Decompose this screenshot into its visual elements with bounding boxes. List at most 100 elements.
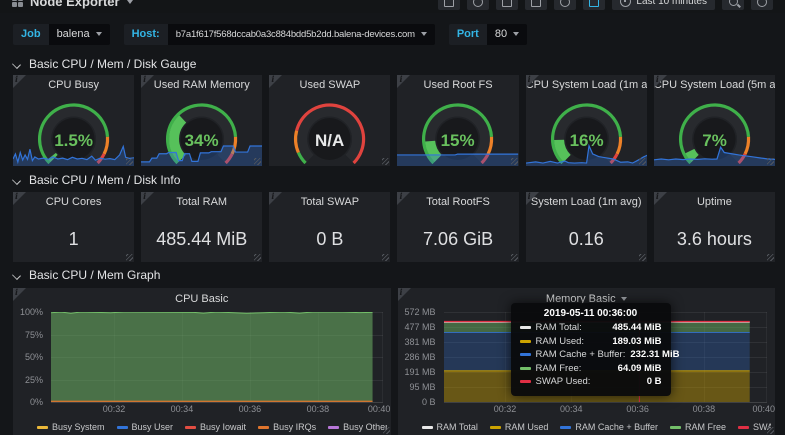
legend-item[interactable]: RAM Free: [670, 422, 726, 432]
stat-panel-title[interactable]: CPU Cores: [13, 196, 134, 208]
x-tick-label: 00:36: [239, 404, 262, 414]
y-tick-label: 0 B: [422, 397, 436, 407]
legend-color-dash: [37, 426, 48, 429]
stat-panel-title[interactable]: Total RootFS: [397, 196, 518, 208]
stat-value: 0.16: [526, 216, 647, 262]
tooltip-series-dash: [520, 380, 531, 383]
panel-info-icon[interactable]: i: [13, 192, 26, 205]
legend-item[interactable]: Busy Iowait: [185, 422, 246, 432]
save-icon[interactable]: [525, 0, 547, 10]
tooltip-row: RAM Total:485.44 MiB: [520, 322, 662, 333]
legend-color-dash: [560, 426, 571, 429]
stat-value: 0 B: [269, 216, 390, 262]
tooltip-series-label: RAM Free:: [536, 363, 613, 374]
chevron-down-icon: [621, 297, 627, 301]
panel-resize-handle[interactable]: [767, 158, 774, 165]
y-tick-label: 286 MB: [404, 352, 435, 362]
panel-info-icon[interactable]: i: [141, 192, 154, 205]
panel-resize-handle[interactable]: [382, 158, 389, 165]
panel-resize-handle[interactable]: [383, 427, 390, 434]
panel-info-icon[interactable]: i: [398, 288, 411, 301]
panel-resize-handle[interactable]: [254, 158, 261, 165]
panel-info-icon[interactable]: i: [526, 75, 539, 88]
panel-resize-handle[interactable]: [382, 254, 389, 261]
stat-panel-title[interactable]: Uptime: [654, 196, 775, 208]
legend-label: Busy IRQs: [273, 422, 316, 432]
section-info-header[interactable]: Basic CPU / Mem / Disk Info: [13, 171, 180, 189]
share-icon[interactable]: [496, 0, 518, 10]
gauge-panel: iUsed SWAPN/A: [269, 75, 390, 166]
stat-panel: iTotal RootFS 7.06 GiB: [397, 192, 518, 262]
dashboard-grid-icon: [12, 0, 23, 7]
panel-resize-handle[interactable]: [126, 254, 133, 261]
star-icon[interactable]: [467, 0, 489, 10]
tooltip-series-label: RAM Cache + Buffer:: [536, 349, 626, 360]
gauge-panel-row: iCPU Busy1.5%iUsed RAM Memory34%iUsed SW…: [13, 75, 775, 166]
chevron-down-icon: [127, 0, 133, 4]
cycle-view-icon[interactable]: [583, 0, 605, 10]
panel-info-icon[interactable]: i: [654, 192, 667, 205]
legend-item[interactable]: RAM Cache + Buffer: [560, 422, 658, 432]
gauge-panel-title[interactable]: Used Root FS: [397, 79, 518, 91]
variable-port-label: Port: [449, 24, 487, 45]
gauge-panel-title[interactable]: CPU System Load (5m avg): [654, 79, 775, 91]
panel-info-icon[interactable]: i: [397, 192, 410, 205]
gauge-sparkline: [141, 142, 262, 166]
legend-item[interactable]: Busy System: [37, 422, 105, 432]
gauge-panel-title[interactable]: Used RAM Memory: [141, 79, 262, 91]
gauge-panel-title[interactable]: CPU System Load (1m avg): [526, 79, 647, 91]
panel-resize-handle[interactable]: [511, 158, 518, 165]
legend-item[interactable]: RAM Used: [490, 422, 549, 432]
tooltip-series-label: RAM Used:: [536, 336, 608, 347]
variable-host-dropdown[interactable]: b7a1f617f568dccab0a3c884bdd5b2dd.balena-…: [168, 24, 435, 45]
section-graph-header[interactable]: Basic CPU / Mem Graph: [13, 266, 160, 284]
graph-panel-row: i CPU Basic 100%75%50%25%0% 00:3200:3400…: [13, 288, 775, 435]
cpu-plot-area[interactable]: [51, 312, 383, 402]
tooltip-series-dash: [520, 367, 531, 370]
zoom-out-icon[interactable]: [722, 0, 744, 10]
panel-resize-handle[interactable]: [639, 254, 646, 261]
gridline-horizontal: [51, 402, 383, 403]
gauge-panel-title[interactable]: CPU Busy: [13, 79, 134, 91]
chevron-down-icon: [13, 176, 21, 184]
panel-resize-handle[interactable]: [767, 254, 774, 261]
panel-info-icon[interactable]: i: [141, 75, 154, 88]
variable-job-dropdown[interactable]: balena: [49, 24, 110, 45]
refresh-icon[interactable]: [751, 0, 773, 10]
legend-item[interactable]: Busy Other: [328, 422, 386, 432]
panel-resize-handle[interactable]: [767, 427, 774, 434]
gauge-panel-title[interactable]: Used SWAP: [269, 79, 390, 91]
dashboard-title[interactable]: Node Exporter: [30, 0, 120, 9]
panel-info-icon[interactable]: i: [13, 75, 26, 88]
variable-port-dropdown[interactable]: 80: [487, 24, 527, 45]
panel-info-icon[interactable]: i: [397, 75, 410, 88]
panel-resize-handle[interactable]: [639, 158, 646, 165]
stat-value: 7.06 GiB: [397, 216, 518, 262]
time-range-picker[interactable]: Last 10 minutes: [612, 0, 715, 10]
stat-panel-title[interactable]: Total RAM: [141, 196, 262, 208]
stat-panel-title[interactable]: Total SWAP: [269, 196, 390, 208]
panel-info-icon[interactable]: i: [269, 192, 282, 205]
legend-item[interactable]: Busy IRQs: [258, 422, 316, 432]
tooltip-series-dash: [520, 326, 531, 329]
panel-info-icon[interactable]: i: [654, 75, 667, 88]
add-panel-icon[interactable]: [438, 0, 460, 10]
panel-info-icon[interactable]: i: [269, 75, 282, 88]
cpu-x-axis: 00:3200:3400:3600:3800:40: [51, 404, 383, 416]
variable-job-label: Job: [13, 24, 49, 45]
legend-item[interactable]: RAM Total: [422, 422, 478, 432]
cpu-graph-title[interactable]: CPU Basic: [13, 293, 391, 305]
panel-info-icon[interactable]: i: [13, 288, 26, 301]
panel-resize-handle[interactable]: [511, 254, 518, 261]
section-gauge-header[interactable]: Basic CPU / Mem / Disk Gauge: [13, 55, 196, 73]
stat-panel-title[interactable]: System Load (1m avg): [526, 196, 647, 208]
cpu-graph-series: [51, 312, 383, 402]
settings-gear-icon[interactable]: [554, 0, 576, 10]
panel-resize-handle[interactable]: [254, 254, 261, 261]
legend-item[interactable]: Busy User: [117, 422, 174, 432]
panel-info-icon[interactable]: i: [526, 192, 539, 205]
gauge-sparkline: [397, 142, 518, 166]
panel-resize-handle[interactable]: [126, 158, 133, 165]
x-tick-label: 00:38: [307, 404, 330, 414]
tooltip-series-value: 232.31 MiB: [630, 349, 679, 360]
